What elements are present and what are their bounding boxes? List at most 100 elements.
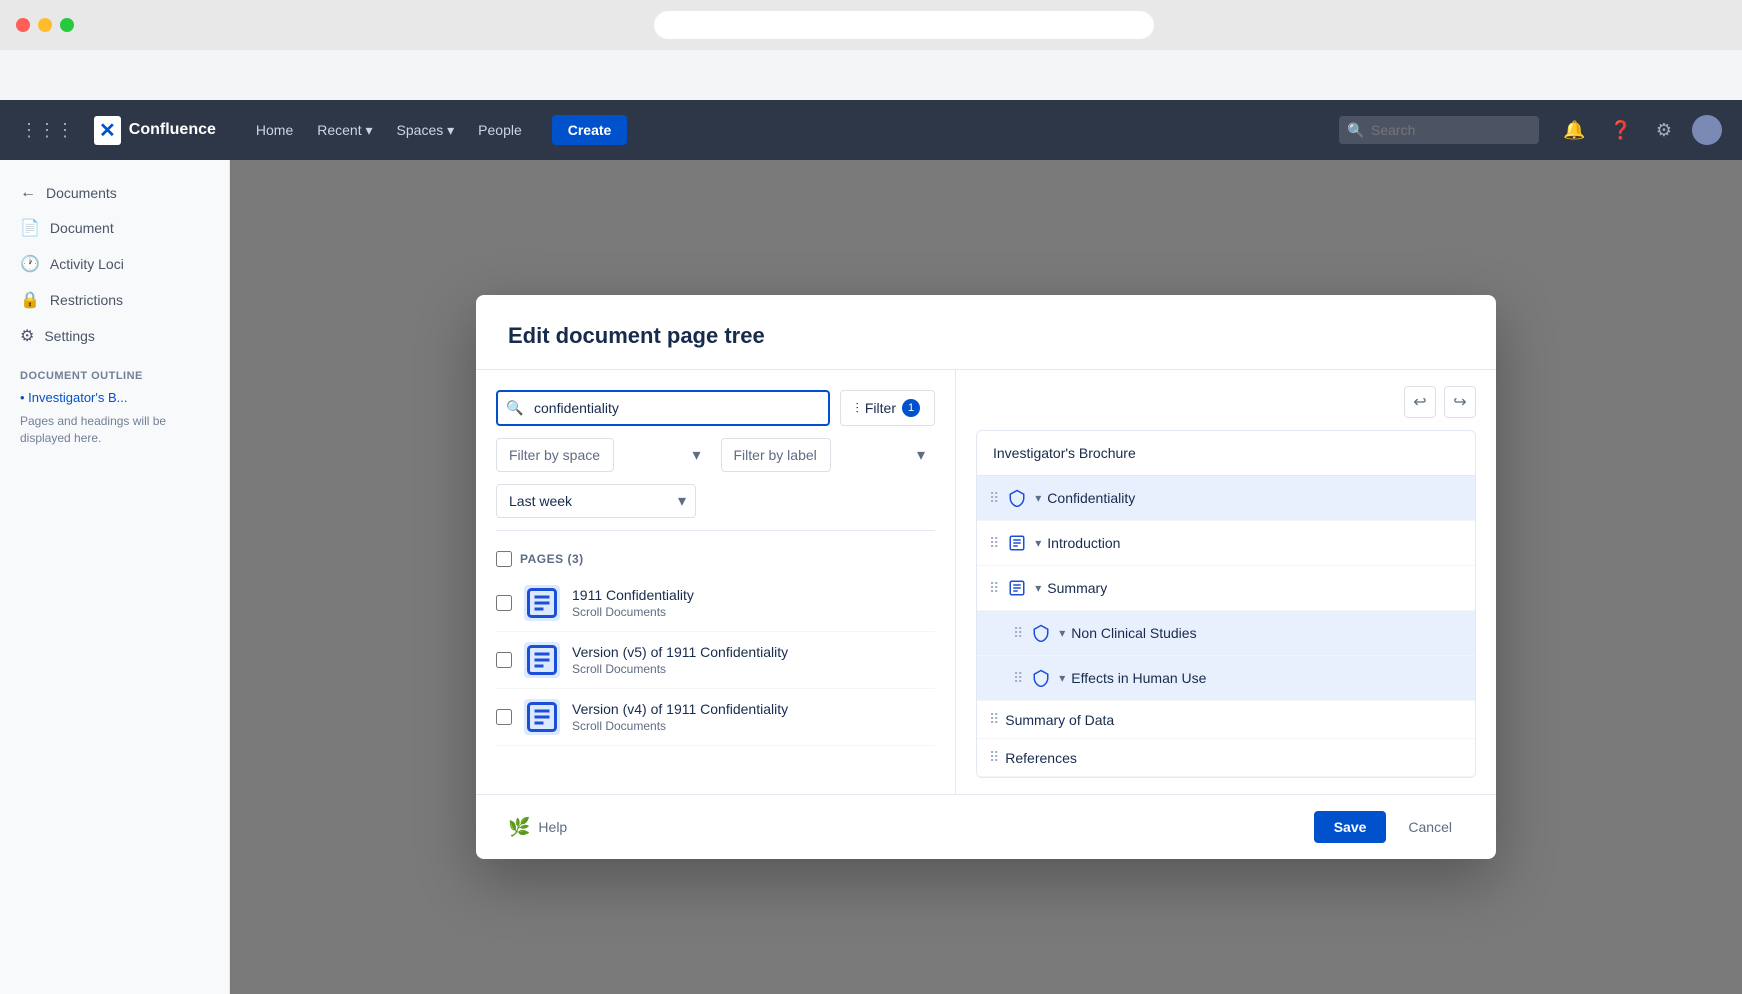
drag-handle-1[interactable]: ⠿ (989, 535, 999, 552)
user-avatar[interactable] (1692, 115, 1722, 145)
search-input[interactable] (1339, 116, 1539, 144)
lock-icon: 🔒 (20, 290, 40, 310)
filter-label-chevron-icon: ▾ (917, 445, 925, 465)
search-input-field[interactable] (496, 390, 830, 426)
back-icon: ← (20, 184, 36, 202)
doc-outline-desc: Pages and headings will be displayed her… (0, 409, 229, 451)
search-input-wrap: 🔍 (496, 390, 830, 426)
undo-button[interactable]: ↩ (1404, 386, 1436, 418)
tree-root-label: Investigator's Brochure (977, 431, 1475, 476)
nav-home[interactable]: Home (246, 116, 303, 144)
tree-chevron-1[interactable]: ▾ (1035, 536, 1041, 550)
date-filter-select[interactable]: Last week (496, 484, 696, 518)
main-content: Edit document page tree 🔍 ⫶ (230, 160, 1742, 994)
tree-chevron-4[interactable]: ▾ (1059, 671, 1065, 685)
pages-count-label: PAGES (3) (520, 552, 584, 566)
tree-item-introduction[interactable]: ⠿ ▾ (977, 521, 1475, 566)
redo-button[interactable]: ↪ (1444, 386, 1476, 418)
tree-item-icon-1 (1005, 531, 1029, 555)
sidebar-item-activity-loci[interactable]: 🕐 Activity Loci (0, 246, 229, 282)
save-button[interactable]: Save (1314, 811, 1387, 843)
tree-item-references[interactable]: ⠿ References (977, 739, 1475, 777)
tree-chevron-0[interactable]: ▾ (1035, 491, 1041, 505)
cancel-button[interactable]: Cancel (1396, 811, 1464, 843)
sidebar-item-documents[interactable]: ← Documents (0, 176, 229, 210)
tree-item-summary-data[interactable]: ⠿ Summary of Data (977, 701, 1475, 739)
filter-by-space-select[interactable]: Filter by space (496, 438, 614, 472)
page-info-1: Version (v5) of 1911 Confidentiality Scr… (572, 644, 935, 676)
drag-handle-4[interactable]: ⠿ (1013, 670, 1023, 687)
page-item-2: Version (v4) of 1911 Confidentiality Scr… (496, 689, 935, 746)
pages-select-all-checkbox[interactable] (496, 551, 512, 567)
sidebar-item-document[interactable]: 📄 Document (0, 210, 229, 246)
page-checkbox-1[interactable] (496, 652, 512, 668)
tree-chevron-3[interactable]: ▾ (1059, 626, 1065, 640)
tree-body: ⠿ ▾ Confidentiality (977, 476, 1475, 777)
page-icon-0 (524, 585, 560, 621)
page-sub-2: Scroll Documents (572, 719, 935, 733)
left-panel: 🔍 ⫶ Filter 1 (476, 370, 956, 794)
sidebar: ← Documents 📄 Document 🕐 Activity Loci 🔒… (0, 160, 230, 994)
traffic-light-yellow[interactable] (38, 18, 52, 32)
tree-item-effects[interactable]: ⠿ ▾ Effects in Human Use (977, 656, 1475, 701)
drag-handle-6[interactable]: ⠿ (989, 749, 999, 766)
settings-icon[interactable]: ⚙ (1652, 116, 1676, 145)
tree-container: Investigator's Brochure ⠿ (976, 430, 1476, 778)
modal-footer: 🌿 Help Save Cancel (476, 794, 1496, 859)
page-checkbox-0[interactable] (496, 595, 512, 611)
doc-outline-item[interactable]: • Investigator's B... (0, 386, 229, 409)
divider (496, 530, 935, 531)
create-button[interactable]: Create (552, 115, 628, 145)
grid-icon[interactable]: ⋮⋮⋮ (20, 120, 74, 141)
tree-item-summary[interactable]: ⠿ ▾ (977, 566, 1475, 611)
right-panel: ↩ ↪ Investigator's Brochure ⠿ (956, 370, 1496, 794)
drag-handle-5[interactable]: ⠿ (989, 711, 999, 728)
page-sub-1: Scroll Documents (572, 662, 935, 676)
browser-url-bar[interactable] (654, 11, 1154, 39)
filter-by-space-wrap: Filter by space ▾ (496, 438, 711, 472)
traffic-light-red[interactable] (16, 18, 30, 32)
page-item-1: Version (v5) of 1911 Confidentiality Scr… (496, 632, 935, 689)
traffic-light-green[interactable] (60, 18, 74, 32)
tree-label-summary: Summary (1047, 580, 1463, 596)
drag-handle-3[interactable]: ⠿ (1013, 625, 1023, 642)
footer-actions: Save Cancel (1314, 811, 1464, 843)
pages-list-header: PAGES (3) (496, 543, 935, 575)
help-icon[interactable]: ❓ (1605, 116, 1635, 145)
tree-label-effects: Effects in Human Use (1071, 670, 1463, 686)
page-sub-0: Scroll Documents (572, 605, 935, 619)
tree-label-references: References (1005, 750, 1463, 766)
tree-item-non-clinical[interactable]: ⠿ ▾ Non Clinical Studies (977, 611, 1475, 656)
filter-badge: 1 (902, 399, 920, 417)
nav-spaces[interactable]: Spaces ▾ (387, 116, 465, 145)
page-info-0: 1911 Confidentiality Scroll Documents (572, 587, 935, 619)
notifications-icon[interactable]: 🔔 (1559, 116, 1589, 145)
sidebar-item-settings[interactable]: ⚙ Settings (0, 318, 229, 354)
page-icon-2 (524, 699, 560, 735)
page-checkbox-2[interactable] (496, 709, 512, 725)
nav-recent[interactable]: Recent ▾ (307, 116, 382, 145)
filters-row: Filter by space ▾ Filter by label ▾ (496, 438, 935, 472)
help-logo-icon: 🌿 (508, 817, 530, 838)
page-name-1: Version (v5) of 1911 Confidentiality (572, 644, 935, 660)
nav-logo[interactable]: ✕ Confluence (94, 116, 216, 145)
drag-handle-0[interactable]: ⠿ (989, 490, 999, 507)
page-name-0: 1911 Confidentiality (572, 587, 935, 603)
right-panel-toolbar: ↩ ↪ (976, 386, 1476, 418)
tree-label-summary-data: Summary of Data (1005, 712, 1463, 728)
document-outline-label: DOCUMENT OUTLINE (0, 354, 229, 386)
filter-by-label-select[interactable]: Filter by label (721, 438, 831, 472)
tree-item-icon-4 (1029, 666, 1053, 690)
filter-button[interactable]: ⫶ Filter 1 (840, 390, 935, 426)
tree-chevron-2[interactable]: ▾ (1035, 581, 1041, 595)
search-wrap: 🔍 (1339, 116, 1539, 144)
help-link[interactable]: 🌿 Help (508, 817, 567, 838)
document-icon: 📄 (20, 218, 40, 238)
tree-label-confidentiality: Confidentiality (1047, 490, 1463, 506)
modal-body: 🔍 ⫶ Filter 1 (476, 370, 1496, 794)
nav-people[interactable]: People (468, 116, 532, 144)
drag-handle-2[interactable]: ⠿ (989, 580, 999, 597)
sidebar-item-restrictions[interactable]: 🔒 Restrictions (0, 282, 229, 318)
modal-header: Edit document page tree (476, 295, 1496, 370)
tree-item-confidentiality[interactable]: ⠿ ▾ Confidentiality (977, 476, 1475, 521)
